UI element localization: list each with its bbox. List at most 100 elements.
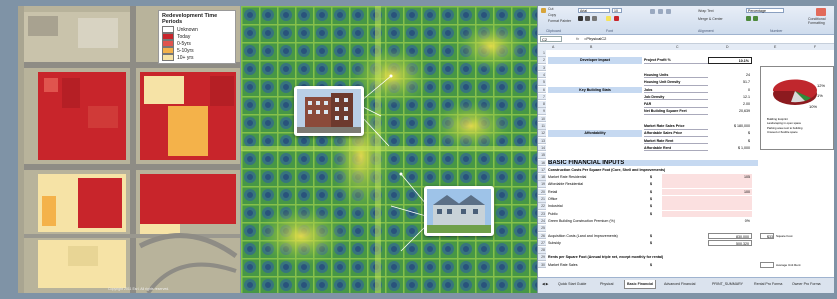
cell-value[interactable] bbox=[708, 247, 752, 254]
cell-label[interactable]: Subsidy bbox=[548, 240, 648, 247]
row-number[interactable]: 29 bbox=[538, 254, 546, 261]
cell-label[interactable]: Acquisition Costs (Land and Improvements… bbox=[548, 233, 648, 240]
row-number[interactable]: 9 bbox=[538, 108, 546, 115]
cell-metric[interactable]: Net Building Square Feet bbox=[644, 108, 708, 115]
cell-label[interactable]: Green Building Construction Premium (%) bbox=[548, 218, 648, 225]
side-note-value[interactable] bbox=[760, 261, 774, 269]
cell-value[interactable]: $ 1,000 bbox=[708, 145, 752, 152]
cell-label[interactable] bbox=[548, 116, 648, 123]
row-number[interactable]: 14 bbox=[538, 144, 546, 152]
row-number[interactable]: 20 bbox=[538, 188, 546, 196]
row-number[interactable]: 15 bbox=[538, 152, 546, 159]
row-number[interactable]: 3 bbox=[538, 64, 546, 72]
building-photo-townhomes[interactable] bbox=[424, 186, 494, 236]
row-number[interactable]: 10 bbox=[538, 115, 546, 123]
cell-metric[interactable] bbox=[644, 167, 708, 174]
cell-value[interactable]: 105 bbox=[662, 174, 752, 181]
align-top-icon[interactable] bbox=[650, 9, 655, 14]
sheet-tab[interactable]: Basic Financial bbox=[624, 280, 657, 289]
side-note-value[interactable]: $33 bbox=[760, 232, 774, 239]
cell-metric[interactable] bbox=[644, 50, 708, 57]
cell-label[interactable] bbox=[548, 101, 642, 108]
cell-label[interactable]: Developer Impact bbox=[548, 57, 642, 64]
cell-metric[interactable]: Job Density bbox=[644, 94, 708, 101]
row-number[interactable]: 18 bbox=[538, 174, 546, 181]
cell-metric[interactable] bbox=[644, 254, 708, 261]
cell-metric[interactable]: $ bbox=[650, 196, 660, 203]
row-number[interactable]: 17 bbox=[538, 166, 546, 174]
cell-value[interactable] bbox=[708, 152, 752, 159]
cut-button[interactable]: Cut bbox=[548, 7, 553, 11]
cell-metric[interactable] bbox=[644, 218, 708, 225]
cell-value[interactable]: 0 bbox=[708, 87, 752, 94]
row-number[interactable]: 26 bbox=[538, 232, 546, 239]
redevelopment-map-panel[interactable]: Redevelopment Time Periods Unknown Today… bbox=[18, 6, 240, 293]
row-number[interactable]: 13 bbox=[538, 137, 546, 145]
spreadsheet-grid[interactable]: 12% 1% 10% Building footprint Landscapin… bbox=[538, 50, 834, 278]
cell-label[interactable]: Market Rate Residential bbox=[548, 174, 648, 181]
font-name-select[interactable]: Arial bbox=[578, 8, 610, 13]
cell-label[interactable] bbox=[548, 138, 642, 145]
bold-icon[interactable] bbox=[578, 16, 583, 21]
pie-chart[interactable]: 12% 1% 10% Building footprint Landscapin… bbox=[760, 66, 834, 150]
cell-value[interactable] bbox=[708, 167, 752, 174]
cell-metric[interactable] bbox=[644, 160, 708, 167]
cell-metric[interactable]: $ bbox=[650, 262, 660, 269]
cell-value[interactable]: 500,320 bbox=[708, 239, 752, 247]
cell-value[interactable]: 830,000 bbox=[708, 232, 752, 239]
cell-value[interactable] bbox=[662, 196, 752, 203]
cell-label[interactable] bbox=[548, 247, 648, 254]
cell-value[interactable] bbox=[708, 65, 752, 72]
row-number[interactable]: 30 bbox=[538, 261, 546, 269]
cell-value[interactable] bbox=[708, 160, 752, 167]
align-bottom-icon[interactable] bbox=[666, 9, 671, 14]
number-format-select[interactable]: Percentage bbox=[746, 8, 784, 13]
cell-value[interactable]: 51.7 bbox=[708, 79, 752, 86]
cell-label[interactable] bbox=[548, 108, 642, 115]
cell-label[interactable] bbox=[548, 65, 648, 72]
row-number[interactable]: 4 bbox=[538, 71, 546, 79]
cell-metric[interactable]: Housing Unit Density bbox=[644, 79, 708, 86]
cell-metric[interactable]: Market Rate Sales Price bbox=[644, 123, 708, 130]
cell-value[interactable]: 0% bbox=[708, 218, 752, 225]
cell-value[interactable] bbox=[708, 262, 752, 269]
conditional-formatting-icon[interactable] bbox=[816, 8, 826, 16]
cell-metric[interactable] bbox=[644, 247, 708, 254]
cell-value[interactable] bbox=[708, 116, 752, 123]
row-number[interactable]: 1 bbox=[538, 50, 546, 57]
cell-label[interactable] bbox=[548, 94, 642, 101]
cell-metric[interactable]: Market Rate Rent bbox=[644, 138, 708, 145]
cell-label[interactable]: Retail bbox=[548, 189, 648, 196]
cell-metric[interactable] bbox=[644, 116, 708, 123]
cell-value[interactable] bbox=[662, 203, 752, 210]
cell-metric[interactable]: Housing Units bbox=[644, 72, 708, 79]
cell-label[interactable] bbox=[548, 50, 648, 57]
cell-value[interactable]: 20,639 bbox=[708, 108, 752, 115]
currency-icon[interactable] bbox=[746, 16, 751, 21]
name-box[interactable]: C2 bbox=[540, 36, 562, 42]
excel-window[interactable]: Cut Copy Format Painter Arial 10 Wrap Te… bbox=[538, 6, 834, 293]
format-painter-button[interactable]: Format Painter bbox=[548, 19, 571, 23]
cell-metric[interactable]: $ bbox=[650, 211, 660, 218]
cell-value[interactable]: 12.1 bbox=[708, 94, 752, 101]
density-heat-map-panel[interactable] bbox=[241, 6, 537, 293]
cell-metric[interactable]: Affordable Rent bbox=[644, 145, 708, 152]
font-color-icon[interactable] bbox=[614, 16, 619, 21]
sheet-tab[interactable]: PRINT_SUMMARY bbox=[710, 280, 745, 288]
cell-label[interactable]: Affordable Residential bbox=[548, 181, 648, 188]
cell-label[interactable]: Key Building Stats bbox=[548, 86, 642, 93]
sheet-navigation-arrows-icon[interactable]: ◀ ▶ bbox=[540, 280, 551, 288]
align-middle-icon[interactable] bbox=[658, 9, 663, 14]
cell-metric[interactable] bbox=[644, 152, 708, 159]
row-number[interactable]: 5 bbox=[538, 79, 546, 86]
row-number[interactable]: 12 bbox=[538, 130, 546, 137]
cell-label[interactable] bbox=[548, 72, 642, 79]
formula-input[interactable]: =PhysicalC2 bbox=[584, 35, 606, 43]
cell-value[interactable] bbox=[662, 210, 752, 218]
cell-label[interactable] bbox=[548, 145, 642, 152]
cell-value[interactable] bbox=[708, 254, 752, 261]
cell-label[interactable]: Office bbox=[548, 196, 648, 203]
row-number[interactable]: 23 bbox=[538, 210, 546, 218]
cell-metric[interactable]: $ bbox=[650, 174, 660, 181]
cell-label[interactable]: Market Rate Sales bbox=[548, 262, 648, 269]
